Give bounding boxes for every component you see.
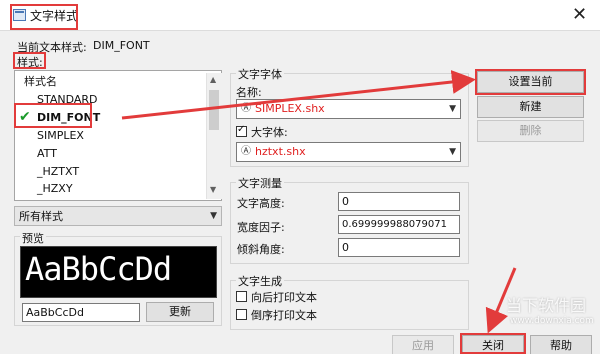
watermark-url: www.downxia.com	[510, 316, 594, 326]
watermark: 当下软件园 www.downxia.com	[496, 288, 600, 334]
watermark-brand: 当下软件园	[506, 296, 587, 315]
text-style-dialog: 文字样式 ✕ 当前文本样式: DIM_FONT 样式: 样式名 STANDARD…	[0, 0, 600, 354]
arrow-to-set-current	[121, 70, 476, 120]
